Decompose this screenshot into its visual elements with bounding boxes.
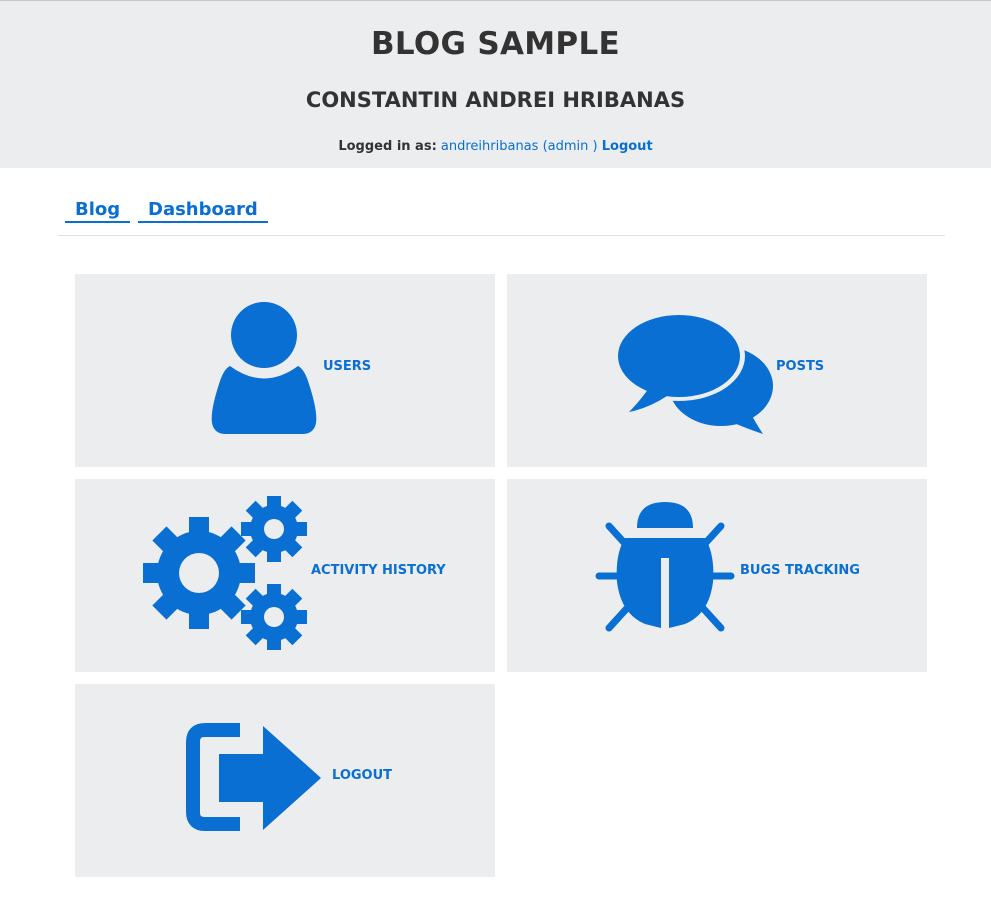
login-status: Logged in as: andreihribanas (admin ) Lo… [0, 139, 991, 154]
main-nav: Blog Dashboard [58, 168, 945, 236]
activity-history-label: ACTIVITY HISTORY [311, 563, 446, 578]
page-header: BLOG SAMPLE CONSTANTIN ANDREI HRIBANAS L… [0, 4, 991, 168]
site-title: BLOG SAMPLE [371, 26, 620, 62]
bug-icon [595, 502, 735, 632]
activity-history-tile[interactable]: ACTIVITY HISTORY [75, 479, 495, 672]
username-link[interactable]: andreihribanas [441, 139, 539, 154]
users-label: USERS [323, 359, 372, 374]
logout-icon [186, 723, 321, 831]
bugs-tracking-tile[interactable]: BUGS TRACKING [507, 479, 927, 672]
user-icon [211, 302, 317, 434]
nav-blog-link[interactable]: Blog [65, 199, 131, 223]
chat-bubbles-icon [615, 311, 773, 434]
gears-icon [143, 496, 307, 650]
users-tile[interactable]: USERS [75, 274, 495, 467]
posts-tile[interactable]: POSTS [507, 274, 927, 467]
logout-tile[interactable]: LOGOUT [75, 684, 495, 877]
bugs-tracking-label: BUGS TRACKING [740, 563, 860, 578]
nav-dashboard-link[interactable]: Dashboard [138, 199, 268, 223]
posts-label: POSTS [776, 359, 825, 374]
header-logout-link[interactable]: Logout [602, 139, 653, 154]
logged-in-label: Logged in as: [338, 139, 437, 154]
role-text[interactable]: (admin ) [543, 139, 598, 154]
site-subtitle: CONSTANTIN ANDREI HRIBANAS [305, 88, 686, 112]
logout-label: LOGOUT [332, 768, 393, 783]
